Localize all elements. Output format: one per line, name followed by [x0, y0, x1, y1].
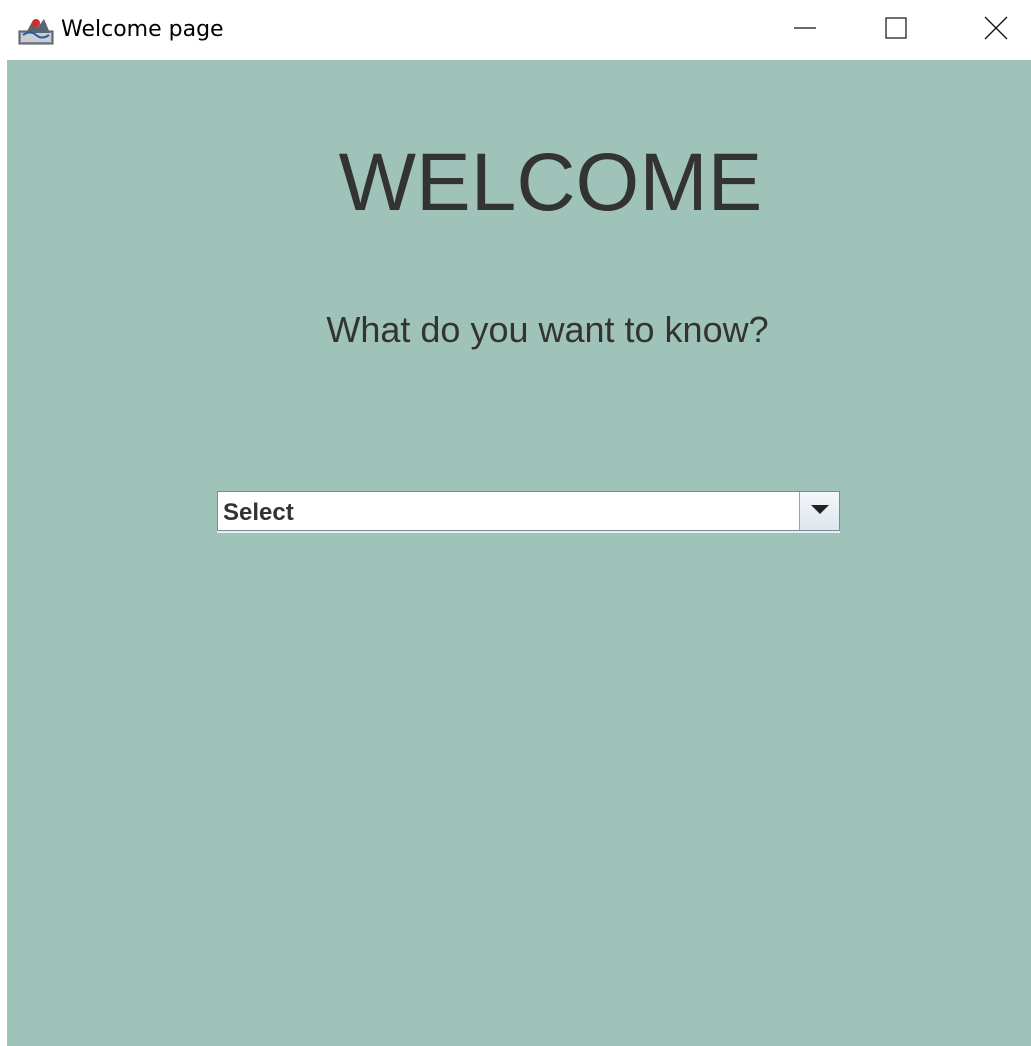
maximize-icon — [884, 16, 908, 45]
window-title: Welcome page — [61, 17, 224, 42]
topic-dropdown[interactable]: Select — [217, 491, 840, 531]
page-title: WELCOME — [338, 137, 763, 228]
close-icon — [983, 15, 1009, 46]
chevron-down-icon — [810, 502, 830, 520]
maximize-button[interactable] — [861, 0, 931, 60]
java-icon — [18, 13, 54, 45]
close-button[interactable] — [961, 0, 1031, 60]
title-bar[interactable]: Welcome page — [0, 0, 1031, 60]
dropdown-shadow — [217, 531, 840, 533]
dropdown-selected-value: Select — [223, 499, 294, 526]
dropdown-arrow-button[interactable] — [799, 492, 839, 530]
minimize-button[interactable] — [770, 0, 840, 60]
app-window: Welcome page WELCOME What do you want to… — [0, 0, 1031, 1046]
minimize-icon — [793, 16, 817, 45]
content-panel: WELCOME What do you want to know? Select — [7, 60, 1031, 1046]
question-label: What do you want to know? — [326, 309, 769, 350]
